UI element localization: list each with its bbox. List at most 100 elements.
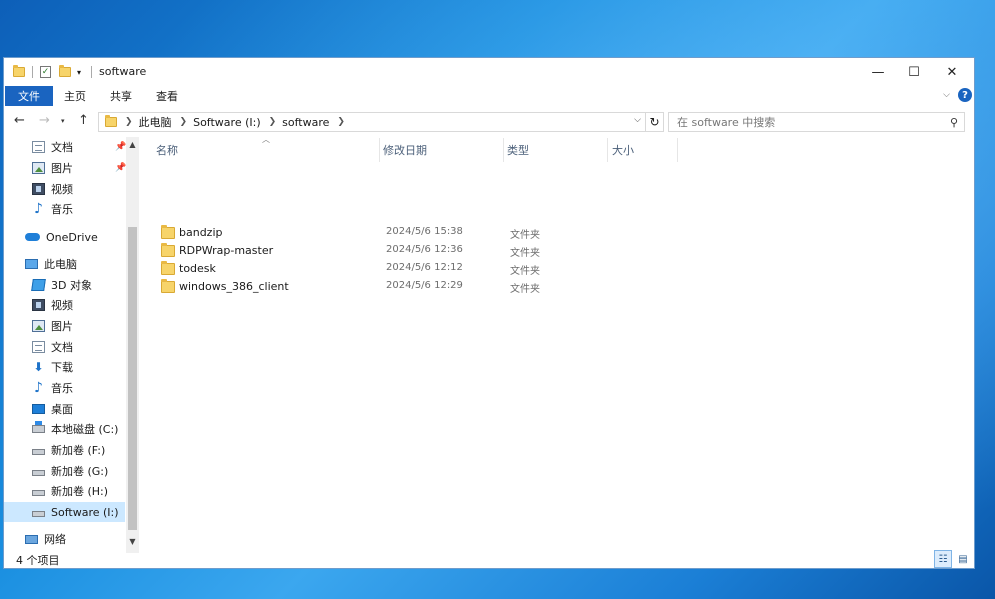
breadcrumb-folder[interactable]: software [282,116,329,129]
expand-ribbon-icon[interactable]: ⌵ [943,90,950,100]
details-view-icon[interactable]: ☷ [934,550,952,568]
customize-quick-access-icon[interactable]: ▾ [77,64,81,80]
tab-file[interactable]: 文件 [5,86,53,106]
nav-item-videos[interactable]: 视频 [4,295,125,315]
file-date: 2024/5/6 12:29 [386,280,463,291]
column-divider[interactable] [503,138,504,162]
search-placeholder: 在 software 中搜索 [677,116,776,129]
tab-home[interactable]: 主页 [64,86,86,106]
address-bar[interactable]: ❯ 此电脑 ❯ Software (I:) ❯ software ❯ ⌵ [98,112,646,132]
music-icon: ♪ [34,380,43,396]
nav-item-documents[interactable]: 文档 [4,337,125,357]
new-folder-icon[interactable] [59,64,71,80]
search-icon[interactable]: ⚲ [950,116,958,129]
breadcrumb-drive[interactable]: Software (I:) [193,116,261,129]
file-type: 文件夹 [510,248,540,259]
onedrive-cloud-icon [25,233,40,241]
properties-icon[interactable]: ✓ [40,64,51,80]
nav-item-desktop[interactable]: 桌面 [4,399,125,419]
chevron-right-icon[interactable]: ❯ [337,117,345,127]
large-icons-view-icon[interactable]: ▤ [954,550,972,568]
address-dropdown-icon[interactable]: ⌵ [634,115,641,125]
nav-scrollbar[interactable]: ▲ ▼ [126,137,139,553]
nav-item-label: 音乐 [51,203,73,216]
column-header-size[interactable]: 大小 [612,137,674,163]
nav-item-drive-g[interactable]: 新加卷 (G:) [4,461,125,481]
3d-objects-icon [31,279,46,291]
videos-icon [32,183,45,195]
documents-icon [32,141,45,153]
scroll-down-icon[interactable]: ▼ [126,534,139,548]
chevron-right-icon[interactable]: ❯ [125,117,133,127]
nav-item-drive-c[interactable]: 本地磁盘 (C:) [4,419,125,439]
nav-item-this-pc[interactable]: 此电脑 [4,254,125,274]
nav-item-videos[interactable]: 视频 [4,179,125,199]
tab-share[interactable]: 共享 [110,86,132,106]
maximize-button[interactable]: ☐ [894,58,934,86]
breadcrumb-this-pc[interactable]: 此电脑 [139,114,172,130]
nav-item-3d-objects[interactable]: 3D 对象 [4,275,125,295]
scroll-up-icon[interactable]: ▲ [126,137,139,151]
music-icon: ♪ [34,201,43,217]
window-folder-icon [13,64,25,80]
drive-icon [32,449,45,455]
nav-item-label: 视频 [51,299,73,312]
network-icon [25,534,38,544]
nav-item-label: OneDrive [46,230,98,244]
nav-item-drive-f[interactable]: 新加卷 (F:) [4,440,125,460]
status-bar: 4 个项目 ☷ ▤ [4,550,974,568]
desktop-icon [32,404,45,414]
nav-item-label: Software (I:) [51,505,119,519]
nav-item-music[interactable]: ♪ 音乐 [4,378,125,398]
close-button[interactable]: ✕ [932,58,972,86]
nav-item-label: 网络 [44,533,66,546]
nav-item-network[interactable]: 网络 [4,529,125,549]
address-folder-icon [105,115,117,127]
recent-locations-icon[interactable]: ▾ [61,117,65,125]
chevron-right-icon[interactable]: ❯ [180,117,188,127]
file-name: windows_386_client [179,280,289,293]
file-name: bandzip [179,226,223,239]
nav-item-label: 新加卷 (F:) [51,444,106,457]
column-divider[interactable] [379,138,380,162]
column-divider[interactable] [607,138,608,162]
file-row[interactable]: todesk 2024/5/6 12:12 文件夹 [144,260,674,278]
forward-arrow-icon[interactable]: → [39,113,50,128]
folder-icon [161,243,175,257]
scrollbar-thumb[interactable] [128,227,137,530]
column-header-date[interactable]: 修改日期 [383,137,501,163]
nav-item-drive-h[interactable]: 新加卷 (H:) [4,481,125,501]
back-arrow-icon[interactable]: ← [14,113,25,128]
nav-item-label: 文档 [51,141,73,154]
file-row[interactable]: RDPWrap-master 2024/5/6 12:36 文件夹 [144,242,674,260]
column-header-name[interactable]: 名称 [156,137,376,163]
help-icon[interactable]: ? [958,88,972,102]
minimize-button[interactable]: — [858,58,898,86]
file-row[interactable]: windows_386_client 2024/5/6 12:29 文件夹 [144,278,674,296]
nav-item-documents[interactable]: 文档 📌 [4,137,126,157]
column-divider[interactable] [677,138,678,162]
chevron-right-icon[interactable]: ❯ [269,117,277,127]
file-type: 文件夹 [510,284,540,295]
downloads-icon: ⬇ [33,360,44,374]
file-row[interactable]: bandzip 2024/5/6 15:38 文件夹 [144,224,674,242]
nav-item-onedrive[interactable]: OneDrive [4,227,125,247]
refresh-button[interactable]: ↻ [646,112,664,132]
nav-item-pictures[interactable]: 图片 [4,316,125,336]
address-row: ← → ▾ ↑ ❯ 此电脑 ❯ Software (I:) ❯ software… [4,110,974,134]
up-arrow-icon[interactable]: ↑ [78,113,89,128]
file-name: RDPWrap-master [179,244,274,257]
search-input[interactable]: 在 software 中搜索 ⚲ [668,112,965,132]
nav-item-music[interactable]: ♪ 音乐 [4,199,125,219]
pictures-icon [32,320,45,332]
videos-icon [32,299,45,311]
nav-item-drive-i[interactable]: Software (I:) [4,502,125,522]
nav-item-pictures[interactable]: 图片 📌 [4,158,126,178]
nav-item-downloads[interactable]: ⬇ 下载 [4,357,125,377]
nav-item-label: 本地磁盘 (C:) [51,423,119,436]
file-date: 2024/5/6 15:38 [386,226,463,237]
tab-view[interactable]: 查看 [156,86,178,106]
column-header-type[interactable]: 类型 [507,137,605,163]
nav-item-label: 新加卷 (H:) [51,485,109,498]
nav-item-label: 图片 [51,320,73,333]
